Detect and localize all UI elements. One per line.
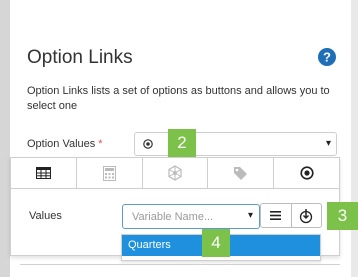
source-tabbar [11,158,339,189]
radio-target-icon [143,139,153,149]
table-icon [35,167,51,179]
option-values-label-text: Option Values [27,138,96,150]
option-values-select[interactable]: ▾ [134,132,337,156]
left-gutter [0,0,10,277]
chevron-down-icon: ▾ [325,138,331,149]
calculator-icon [102,165,116,181]
list-icon [270,211,282,220]
tab-tag[interactable] [208,158,275,188]
download-button[interactable] [290,204,322,227]
svg-text:?: ? [323,50,331,65]
tab-calculator[interactable] [77,158,143,188]
chevron-down-icon: ▾ [247,210,253,221]
panel-description: Option Links lists a set of options as b… [27,85,330,112]
radio-target-icon [299,166,314,180]
variable-name-placeholder: Variable Name... [132,211,214,223]
values-label: Values [29,210,62,222]
option-values-label: Option Values * [27,138,103,150]
step-badge-4: 4 [202,229,230,257]
section-divider [20,264,340,265]
download-circle-icon [300,208,313,223]
values-button-group [260,203,322,228]
step-badge-3: 3 [327,202,358,230]
tab-option-values[interactable] [274,158,339,188]
tab-table[interactable] [11,158,77,188]
page-title: Option Links [27,47,133,68]
required-mark: * [98,138,103,150]
tab-network[interactable] [143,158,209,188]
list-button[interactable] [261,204,291,227]
tag-icon [234,166,248,180]
step-badge-2: 2 [168,129,196,157]
variable-name-select[interactable]: Variable Name... ▾ [122,204,260,229]
hexagon-network-icon [168,165,182,181]
question-circle-icon[interactable]: ? [318,48,336,66]
scrollbar-track[interactable] [351,0,358,277]
